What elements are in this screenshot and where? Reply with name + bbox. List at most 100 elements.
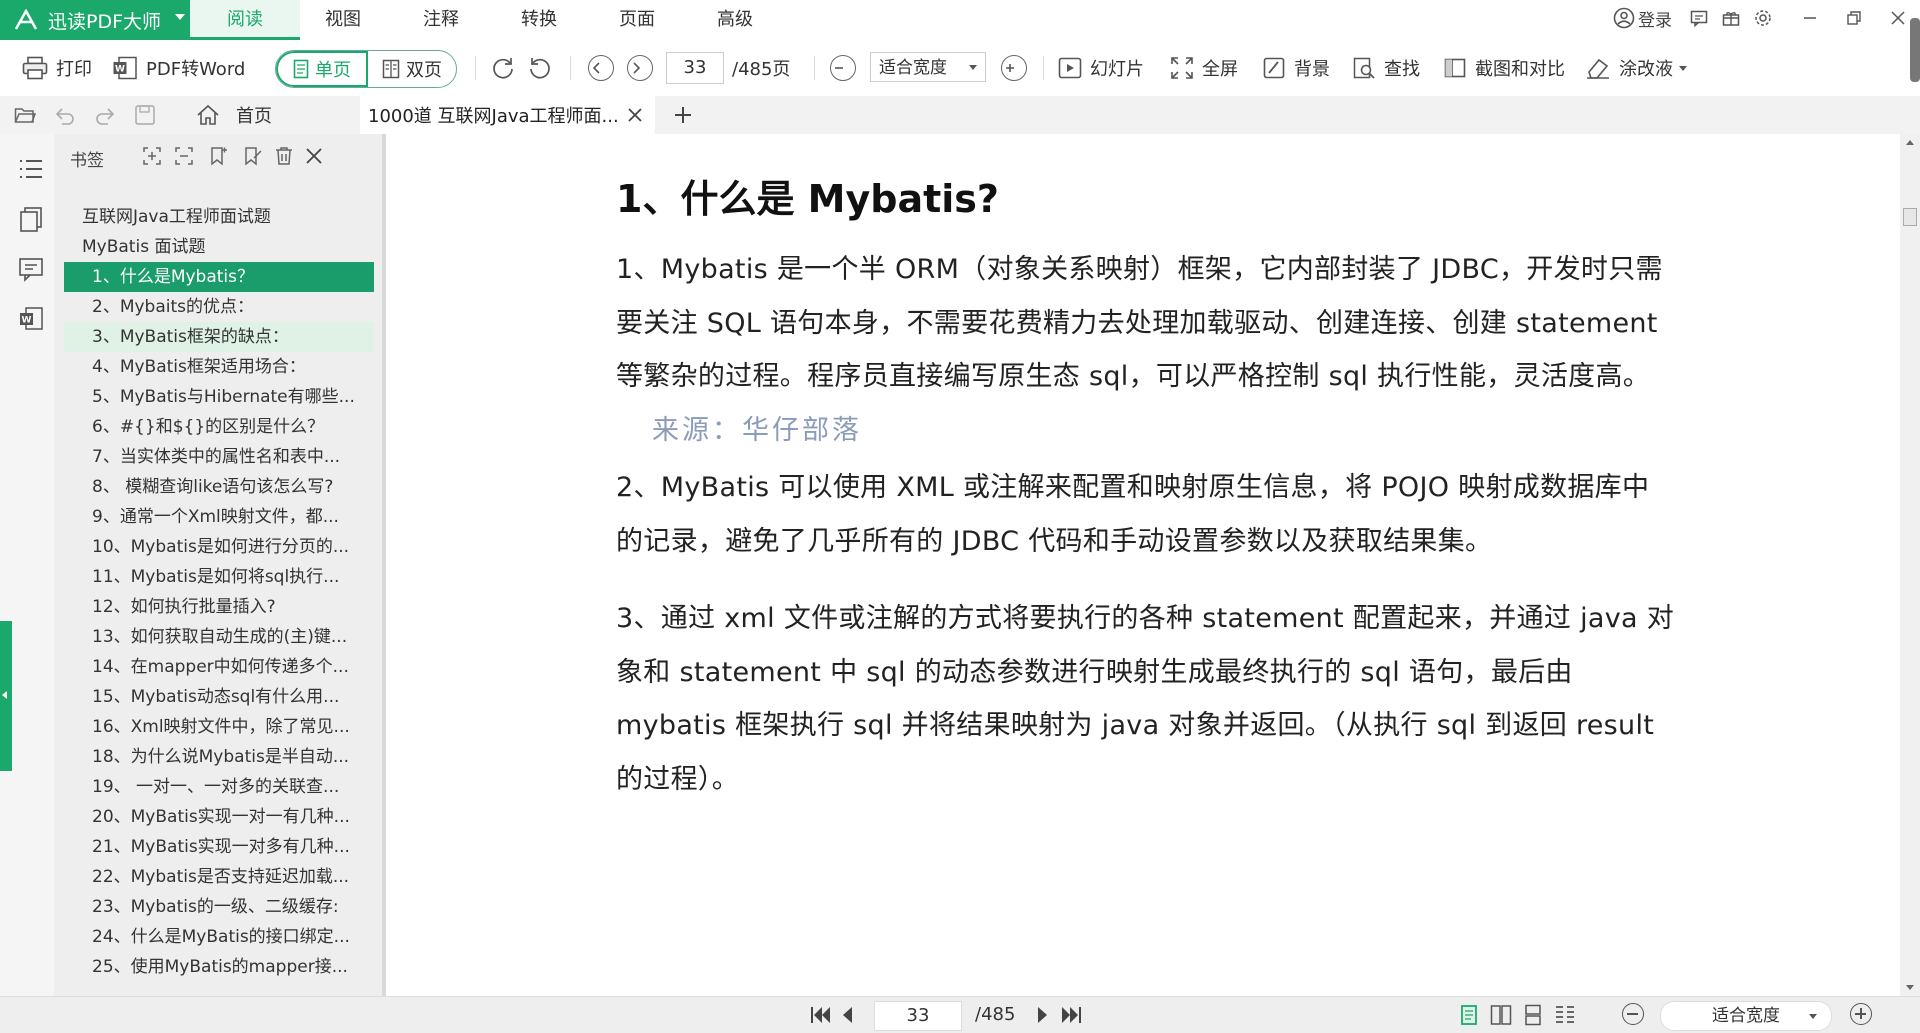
print-label: 打印: [56, 59, 92, 80]
screenshot-compare-label: 截图和对比: [1475, 59, 1565, 80]
last-page-icon[interactable]: [1060, 1006, 1082, 1024]
bookmark-item[interactable]: 16、Xml映射文件中，除了常见...: [64, 712, 374, 742]
gift-icon[interactable]: [1722, 9, 1740, 27]
bookmark-item[interactable]: 3、MyBatis框架的缺点：: [64, 322, 374, 352]
bookmark-item[interactable]: 23、Mybatis的一级、二级缓存:: [64, 892, 374, 922]
bookmark-item[interactable]: 15、Mybatis动态sql有什么用...: [64, 682, 374, 712]
edit-bookmark-icon[interactable]: [242, 146, 262, 166]
rotate-counterclockwise-button[interactable]: [527, 40, 561, 96]
status-zoom-in-icon[interactable]: [1850, 1003, 1872, 1025]
collapse-all-icon[interactable]: [174, 146, 194, 166]
bookmark-item[interactable]: 4、MyBatis框架适用场合：: [64, 352, 374, 382]
status-page-input[interactable]: 33: [874, 1001, 962, 1031]
bookmark-item[interactable]: 24、什么是MyBatis的接口绑定...: [64, 922, 374, 952]
previous-page-button[interactable]: [588, 40, 614, 96]
bookmark-item[interactable]: 14、在mapper中如何传递多个...: [64, 652, 374, 682]
expand-all-icon[interactable]: [142, 146, 162, 166]
menu-tab-annotate[interactable]: 注释: [386, 0, 496, 40]
bookmark-item[interactable]: 8、 模糊查询like语句该怎么写?: [64, 472, 374, 502]
app-menu-button[interactable]: 迅读PDF大师: [0, 0, 193, 40]
bookmark-item[interactable]: 21、MyBatis实现一对多有几种...: [64, 832, 374, 862]
message-icon[interactable]: [1690, 9, 1708, 27]
bookmark-item[interactable]: 19、 一对一、一对多的关联查...: [64, 772, 374, 802]
pdf-to-word-button[interactable]: W PDF转Word: [112, 40, 245, 96]
scrollbar-thumb[interactable]: [1903, 208, 1917, 226]
rotate-clockwise-button[interactable]: [490, 40, 524, 96]
double-page-button[interactable]: 双页: [368, 51, 456, 87]
minimize-button[interactable]: [1788, 0, 1832, 36]
close-tab-icon[interactable]: [625, 105, 645, 125]
status-zoom-select[interactable]: 适合宽度: [1660, 1001, 1832, 1031]
save-icon[interactable]: [134, 104, 156, 126]
next-page-button[interactable]: [627, 40, 653, 96]
login-button[interactable]: 登录: [1613, 6, 1672, 31]
bookmark-item[interactable]: 18、为什么说Mybatis是半自动...: [64, 742, 374, 772]
menu-tab-page[interactable]: 页面: [582, 0, 692, 40]
thumbnails-icon[interactable]: [18, 206, 44, 232]
bookmark-item[interactable]: MyBatis 面试题: [64, 232, 374, 262]
screenshot-compare-button[interactable]: 截图和对比: [1443, 40, 1565, 96]
close-panel-icon[interactable]: [304, 146, 324, 166]
single-page-button[interactable]: 单页: [276, 51, 368, 87]
outline-list-icon[interactable]: [18, 156, 44, 182]
continuous-double-view-icon[interactable]: [1554, 1004, 1576, 1026]
word-convert-icon[interactable]: W: [18, 306, 44, 332]
scroll-down-icon[interactable]: [1906, 985, 1914, 990]
double-page-view-icon[interactable]: [1490, 1004, 1512, 1026]
page-heading: 1、什么是 Mybatis?: [616, 177, 999, 221]
open-folder-icon[interactable]: [14, 104, 36, 126]
first-page-icon[interactable]: [810, 1006, 832, 1024]
next-page-icon[interactable]: [1036, 1006, 1050, 1024]
bookmark-item[interactable]: 25、使用MyBatis的mapper接...: [64, 952, 374, 982]
tab-home[interactable]: 首页: [196, 96, 272, 134]
add-tab-icon[interactable]: [672, 104, 694, 126]
bookmark-item[interactable]: 1、什么是Mybatis？: [64, 262, 374, 292]
bookmark-item[interactable]: 2、Mybaits的优点：: [64, 292, 374, 322]
bookmark-item[interactable]: 11、Mybatis是如何将sql执行...: [64, 562, 374, 592]
tab-document[interactable]: 1000道 互联网Java工程师面...: [360, 96, 655, 134]
zoom-in-button[interactable]: [1001, 40, 1027, 96]
add-bookmark-icon[interactable]: [208, 146, 228, 166]
bookmark-item[interactable]: 7、当实体类中的属性名和表中...: [64, 442, 374, 472]
bookmark-item[interactable]: 10、Mybatis是如何进行分页的...: [64, 532, 374, 562]
bookmark-item[interactable]: 22、Mybatis是否支持延迟加载...: [64, 862, 374, 892]
restore-button[interactable]: [1832, 0, 1876, 36]
correction-fluid-button[interactable]: 涂改液: [1585, 40, 1687, 96]
print-button[interactable]: 打印: [22, 40, 92, 96]
menu-tab-advanced[interactable]: 高级: [680, 0, 790, 40]
scroll-up-icon[interactable]: [1906, 140, 1914, 145]
bookmark-item[interactable]: 13、如何获取自动生成的(主)键...: [64, 622, 374, 652]
bookmark-item[interactable]: 互联网Java工程师面试题: [64, 202, 374, 232]
paragraph-1: 1、Mybatis 是一个半 ORM（对象关系映射）框架，它内部封装了 JDBC…: [616, 243, 1676, 457]
toolbar-divider: [475, 56, 476, 80]
bookmark-item[interactable]: 9、通常一个Xml映射文件，都...: [64, 502, 374, 532]
bookmark-item[interactable]: 6、#{}和${}的区别是什么？: [64, 412, 374, 442]
find-button[interactable]: 查找: [1352, 40, 1420, 96]
previous-page-icon[interactable]: [840, 1006, 854, 1024]
window-edge-handle[interactable]: [1910, 18, 1920, 82]
menu-tab-convert[interactable]: 转换: [484, 0, 594, 40]
undo-icon[interactable]: [54, 104, 76, 126]
panel-collapse-handle[interactable]: [0, 621, 12, 771]
bookmark-item[interactable]: 20、MyBatis实现一对一有几种...: [64, 802, 374, 832]
status-zoom-out-icon[interactable]: [1622, 1003, 1644, 1025]
slideshow-button[interactable]: 幻灯片: [1058, 40, 1144, 96]
comment-icon[interactable]: [18, 256, 44, 282]
delete-bookmark-icon[interactable]: [274, 146, 294, 166]
bookmark-item[interactable]: 5、MyBatis与Hibernate有哪些...: [64, 382, 374, 412]
document-view[interactable]: 1、什么是 Mybatis? 1、Mybatis 是一个半 ORM（对象关系映射…: [386, 134, 1900, 996]
redo-icon[interactable]: [94, 104, 116, 126]
vertical-scrollbar[interactable]: [1900, 134, 1920, 996]
zoom-out-button[interactable]: [830, 40, 856, 96]
bookmark-item[interactable]: 12、如何执行批量插入?: [64, 592, 374, 622]
single-page-view-icon[interactable]: [1458, 1004, 1480, 1026]
page-number-input[interactable]: 33: [666, 52, 724, 84]
menu-tab-view[interactable]: 视图: [288, 0, 398, 40]
menu-tab-read[interactable]: 阅读: [190, 0, 300, 40]
continuous-view-icon[interactable]: [1522, 1004, 1544, 1026]
fullscreen-button[interactable]: 全屏: [1170, 40, 1238, 96]
zoom-select[interactable]: 适合宽度: [870, 52, 986, 82]
app-logo-icon: [14, 9, 38, 30]
gear-icon[interactable]: [1754, 9, 1772, 27]
background-button[interactable]: 背景: [1262, 40, 1330, 96]
